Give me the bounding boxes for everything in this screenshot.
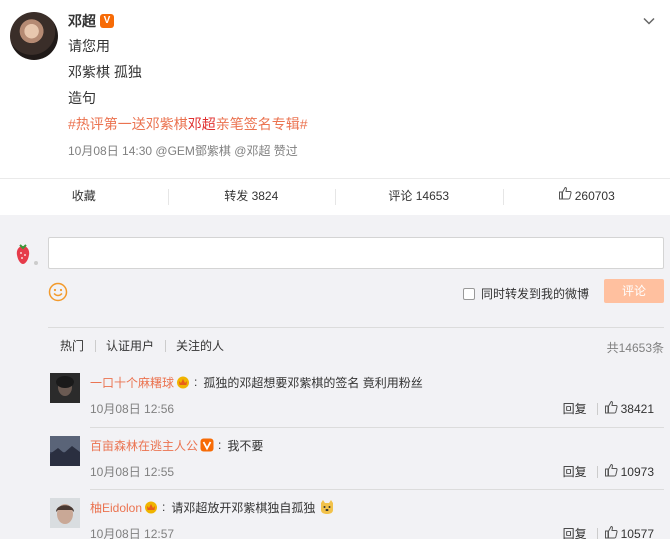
comment-filter-tabs: 热门 认证用户 关注的人 共14653条 [48,327,664,363]
thumb-up-icon[interactable] [604,463,618,480]
commenter-name[interactable]: 柚Eidolon [90,499,142,516]
commenter-name[interactable]: 一口十个麻糬球 [90,374,174,391]
verified-badge-icon [200,438,214,452]
post-action-bar: 收藏 转发 3824 评论 14653 260703 [0,178,670,215]
forward-checkbox[interactable] [463,287,475,300]
post-body: 邓超 V 请您用 邓紫棋 孤独 造句 #热评第一送邓紫棋邓超亲笔签名专辑# 10… [68,12,630,159]
comment-like-count: 10577 [620,526,654,539]
comment-actions: 回复 38421 [563,400,654,417]
status-dot [34,261,38,265]
post-mentions[interactable]: @GEM鄧紫棋 @邓超 [155,144,270,158]
tab-hot[interactable]: 热门 [48,339,95,353]
like-button[interactable]: 260703 [502,179,670,215]
comment-line: 柚Eidolon : 请邓超放开邓紫棋独自孤独 [90,498,664,516]
collect-button[interactable]: 收藏 [0,179,168,215]
comment-button[interactable]: 评论 14653 [335,179,503,215]
member-crown-icon [176,375,190,389]
comment-actions: 回复 10973 [563,463,654,480]
forward-label: 转发 3824 [224,189,279,203]
comment-input[interactable] [48,237,664,269]
post-time[interactable]: 10月08日 14:30 [68,144,152,158]
comment-line: 百亩森林在逃主人公 : 我不要 [90,437,264,454]
tab-verified-users[interactable]: 认证用户 [95,339,165,353]
emoji-icon[interactable] [48,282,68,302]
post-text-line: 请您用 [68,38,110,54]
tab-following[interactable]: 关注的人 [165,339,235,353]
post-meta: 10月08日 14:30 @GEM鄧紫棋 @邓超 赞过 [68,142,630,159]
collect-label: 收藏 [71,189,96,203]
user-avatar-icon [14,242,32,266]
commenter-avatar[interactable] [50,373,80,403]
divider [90,489,664,490]
thumb-up-icon[interactable] [604,400,618,417]
forward-option-label: 同时转发到我的微博 [481,287,590,301]
author-name[interactable]: 邓超 [68,11,96,31]
comment-total: 共14653条 [606,341,664,355]
comment-text: 孤独的邓超想要邓紫棋的签名 竟利用粉丝 [203,375,423,390]
commenter-name[interactable]: 百亩森林在逃主人公 [90,437,198,454]
author-line: 邓超 V [68,12,630,30]
hashtag-text-post: 亲笔签名专辑# [215,116,308,132]
forward-button[interactable]: 转发 3824 [167,179,336,215]
member-crown-icon [144,500,158,514]
also-forward-option[interactable]: 同时转发到我的微博 [463,285,589,302]
doge-emoji-icon [319,499,335,515]
hashtag-text-pre: #热评第一送邓紫棋 [68,116,188,132]
submit-comment-button[interactable]: 评论 [604,279,664,303]
comment-like-count: 38421 [620,401,654,416]
like-count: 260703 [574,189,615,203]
commenter-avatar[interactable] [50,436,80,466]
hashtag-highlight: 邓超 [187,116,216,132]
hashtag-link[interactable]: #热评第一送邓紫棋邓超亲笔签名专辑# [68,116,630,133]
comment-text: 请邓超放开邓紫棋独自孤独 [171,500,316,515]
thumb-up-icon [558,179,572,214]
comment-text: 我不要 [227,438,264,453]
reply-button[interactable]: 回复 [563,400,587,417]
post-text-line: 邓紫棋 孤独 [68,64,142,80]
comment-like-count: 10973 [620,464,654,479]
weibo-post: 邓超 V 请您用 邓紫棋 孤独 造句 #热评第一送邓紫棋邓超亲笔签名专辑# 10… [0,0,670,178]
author-avatar[interactable] [10,12,58,60]
comment-label: 评论 14653 [388,189,450,203]
verified-badge-icon: V [100,14,114,28]
post-text-line: 造句 [68,90,96,106]
comment-line: 一口十个麻糬球 : 孤独的邓超想要邓紫棋的签名 竟利用粉丝 [90,374,423,391]
comment-actions: 回复 10577 [563,525,654,539]
chevron-down-icon[interactable] [642,14,656,28]
reply-button[interactable]: 回复 [563,525,587,539]
divider [90,427,664,428]
post-liked-note: 赞过 [273,144,298,158]
thumb-up-icon[interactable] [604,525,618,539]
commenter-avatar[interactable] [50,498,80,528]
comment-section: 同时转发到我的微博 评论 热门 认证用户 关注的人 共14653条 一口十个麻糬… [0,215,670,539]
reply-button[interactable]: 回复 [563,463,587,480]
